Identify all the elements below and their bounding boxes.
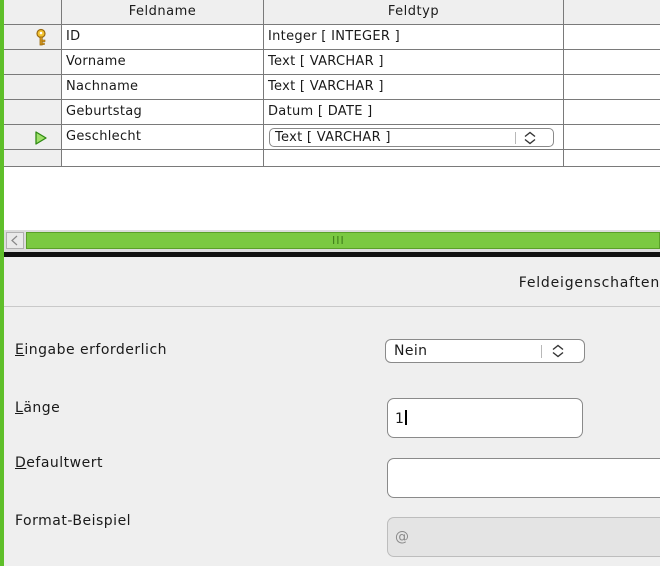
field-name-cell[interactable]	[62, 150, 264, 167]
scrollbar-grip: III	[332, 234, 345, 247]
chevron-left-icon	[11, 235, 18, 246]
field-type-text: Datum [ DATE ]	[268, 104, 373, 119]
format-example-label: Format-Beispiel	[15, 513, 132, 529]
description-cell[interactable]	[564, 125, 660, 150]
description-cell[interactable]	[564, 100, 660, 125]
length-value: 1	[395, 411, 404, 427]
field-name-text: Vorname	[66, 54, 126, 69]
scroll-left-button[interactable]	[6, 232, 24, 249]
row-handle[interactable]	[4, 125, 62, 150]
column-header-field-name[interactable]: Feldname	[62, 0, 264, 25]
required-mnemonic: E	[15, 342, 25, 358]
required-dropdown[interactable]: Nein	[385, 339, 585, 363]
field-name-cell[interactable]: Nachname	[62, 75, 264, 100]
format-example-field: @	[387, 517, 660, 557]
required-label-text: ingabe erforderlich	[24, 342, 168, 358]
field-name-text: Geschlecht	[66, 129, 142, 144]
field-type-dropdown[interactable]: Text [ VARCHAR ]	[269, 128, 554, 147]
required-label: Eingabe erforderlich	[15, 342, 167, 358]
field-name-cell[interactable]: Geschlecht	[62, 125, 264, 150]
length-input[interactable]: 1	[387, 398, 583, 438]
field-type-cell[interactable]: Integer [ INTEGER ]	[264, 25, 564, 50]
length-label-text: änge	[23, 400, 61, 416]
field-design-table: Feldname Feldtyp ID Integer [ INTEGER ] …	[4, 0, 660, 230]
dropdown-separator	[515, 132, 516, 144]
updown-arrow-icon[interactable]	[522, 130, 538, 146]
field-type-text: Text [ VARCHAR ]	[268, 79, 384, 94]
table-header-row: Feldname Feldtyp	[4, 0, 660, 25]
row-handle[interactable]	[4, 75, 62, 100]
table-row-new[interactable]	[4, 150, 660, 175]
required-dropdown-value: Nein	[394, 343, 428, 359]
key-icon	[36, 28, 46, 46]
field-name-text: ID	[66, 29, 81, 44]
default-label-text: efaultwert	[26, 455, 103, 471]
field-properties-title: Feldeigenschaften	[518, 275, 660, 291]
default-value-input[interactable]	[387, 458, 660, 498]
field-type-cell[interactable]: Text [ VARCHAR ]	[264, 75, 564, 100]
field-type-text: Text [ VARCHAR ]	[268, 54, 384, 69]
row-handle[interactable]	[4, 50, 62, 75]
updown-arrow-icon[interactable]	[550, 343, 566, 359]
row-handle[interactable]	[4, 150, 62, 167]
length-label: Länge	[15, 400, 60, 416]
default-value-label: Defaultwert	[15, 455, 103, 471]
play-arrow-icon	[35, 131, 47, 145]
field-type-dropdown-value: Text [ VARCHAR ]	[275, 130, 391, 145]
field-type-cell[interactable]	[264, 150, 564, 167]
row-header-corner[interactable]	[4, 0, 62, 25]
description-cell[interactable]	[564, 75, 660, 100]
field-name-cell[interactable]: ID	[62, 25, 264, 50]
row-handle[interactable]	[4, 25, 62, 50]
description-cell[interactable]	[564, 25, 660, 50]
column-header-field-type[interactable]: Feldtyp	[264, 0, 564, 25]
field-name-text: Geburtstag	[66, 104, 143, 119]
divider	[4, 306, 660, 307]
field-type-cell[interactable]: Datum [ DATE ]	[264, 100, 564, 125]
field-name-cell[interactable]: Vorname	[62, 50, 264, 75]
field-properties-panel: Feldeigenschaften Eingabe erforderlich N…	[4, 257, 660, 566]
table-row[interactable]: ID Integer [ INTEGER ]	[4, 25, 660, 50]
table-row[interactable]: Geburtstag Datum [ DATE ]	[4, 100, 660, 125]
field-type-cell[interactable]: Text [ VARCHAR ]	[264, 125, 564, 150]
description-cell[interactable]	[564, 150, 660, 167]
dropdown-separator	[541, 345, 542, 358]
format-example-value: @	[395, 529, 409, 545]
table-row-current[interactable]: Geschlecht Text [ VARCHAR ]	[4, 125, 660, 150]
default-mnemonic: D	[15, 455, 27, 471]
field-name-text: Nachname	[66, 79, 139, 94]
field-type-text: Integer [ INTEGER ]	[268, 29, 401, 44]
description-cell[interactable]	[564, 50, 660, 75]
table-row[interactable]: Nachname Text [ VARCHAR ]	[4, 75, 660, 100]
scrollbar-thumb[interactable]: III	[26, 232, 660, 249]
horizontal-scrollbar[interactable]: III	[4, 230, 660, 252]
field-type-cell[interactable]: Text [ VARCHAR ]	[264, 50, 564, 75]
table-row[interactable]: Vorname Text [ VARCHAR ]	[4, 50, 660, 75]
column-header-description[interactable]	[564, 0, 660, 25]
field-name-cell[interactable]: Geburtstag	[62, 100, 264, 125]
row-handle[interactable]	[4, 100, 62, 125]
text-cursor	[404, 410, 407, 425]
